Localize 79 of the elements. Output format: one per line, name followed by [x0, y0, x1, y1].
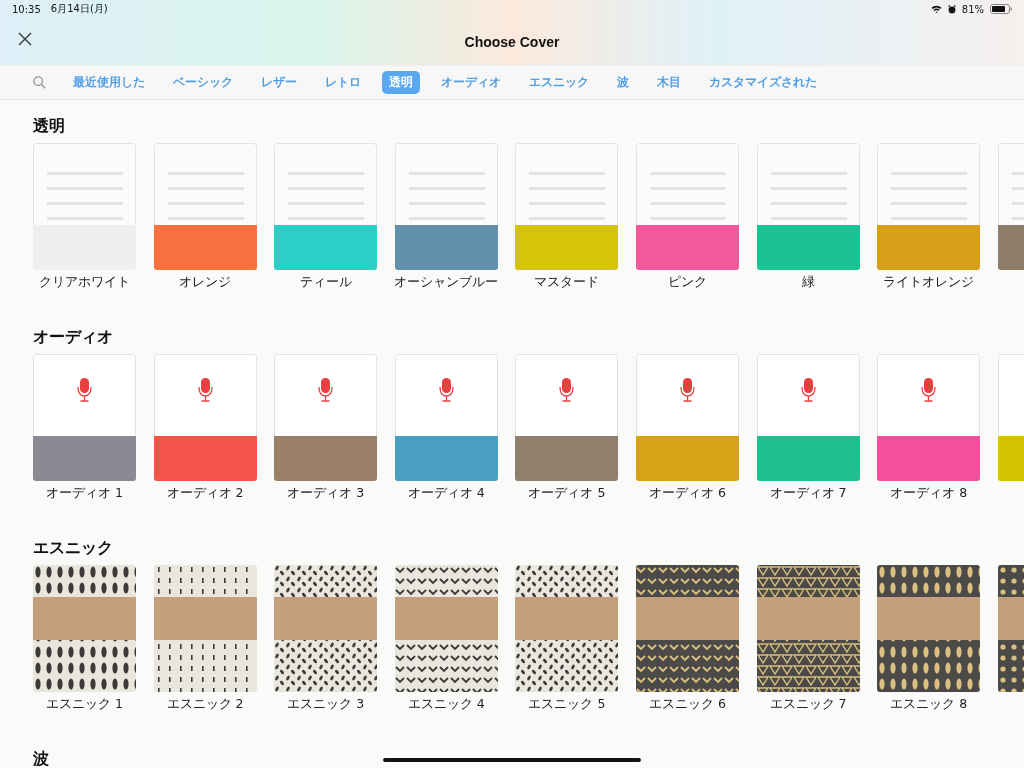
category-tab[interactable]: レトロ: [318, 71, 368, 94]
cover-label: エスニック 3: [287, 696, 365, 713]
microphone-icon: [77, 378, 92, 402]
cover-thumbnail[interactable]: [756, 565, 860, 692]
cover-label: エスニック 8: [890, 696, 968, 713]
microphone-icon: [921, 378, 936, 402]
cover-thumbnail[interactable]: [274, 143, 378, 270]
category-tab[interactable]: 波: [610, 71, 636, 94]
microphone-icon: [439, 378, 454, 402]
cover-label: ライトオレンジ: [883, 274, 975, 291]
category-tab[interactable]: 透明: [382, 71, 420, 94]
microphone-icon: [318, 378, 333, 402]
cover-thumbnail[interactable]: [394, 354, 498, 481]
cover-label: オーディオ 3: [287, 485, 365, 502]
wifi-icon: [930, 5, 942, 13]
cover-label: エスニック 5: [528, 696, 606, 713]
category-tab[interactable]: オーディオ: [434, 71, 508, 94]
cover-label: エスニック 1: [46, 696, 123, 713]
section-heading: 透明: [33, 116, 65, 135]
cover-label: エスニック 2: [166, 696, 244, 713]
cover-label: ティール: [299, 274, 352, 291]
battery-icon: [990, 4, 1012, 14]
cover-thumbnail[interactable]: [274, 565, 378, 692]
cover-thumbnail[interactable]: [515, 143, 619, 270]
microphone-icon: [197, 378, 213, 402]
cover-thumbnail[interactable]: [394, 143, 498, 270]
microphone-icon: [559, 378, 575, 402]
microphone-icon: [800, 378, 816, 402]
cover-thumbnail[interactable]: [33, 354, 136, 481]
cover-label: マスタード: [534, 274, 600, 291]
search-icon[interactable]: [33, 76, 46, 89]
category-tab[interactable]: 木目: [650, 71, 688, 94]
close-icon: [18, 32, 32, 46]
cover-thumbnail[interactable]: [635, 143, 739, 270]
cover-thumbnail[interactable]: [635, 354, 739, 481]
cover-label: エスニック 6: [649, 696, 726, 713]
alarm-icon: [947, 4, 956, 14]
category-tab[interactable]: エスニック: [522, 71, 596, 94]
cover-thumbnail[interactable]: [515, 565, 619, 692]
cover-label: オーシャンブルー: [394, 274, 499, 291]
category-tab[interactable]: 最近使用した: [66, 71, 152, 94]
microphone-icon: [680, 378, 695, 402]
cover-thumbnail[interactable]: [394, 565, 498, 692]
category-tab[interactable]: レザー: [254, 71, 304, 94]
section-heading: オーディオ: [33, 327, 113, 346]
status-time: 10:35: [12, 3, 41, 15]
cover-label: エスニック 7: [769, 696, 847, 713]
cover-label: オーディオ 6: [649, 485, 726, 502]
cover-thumbnail[interactable]: [877, 354, 981, 481]
cover-thumbnail[interactable]: [33, 565, 136, 692]
cover-thumbnail[interactable]: [153, 143, 257, 270]
cover-thumbnail[interactable]: [877, 143, 981, 270]
cover-thumbnail[interactable]: [756, 354, 860, 481]
cover-label: オーディオ 1: [46, 485, 123, 502]
cover-thumbnail[interactable]: [877, 565, 981, 692]
cover-label: クリアホワイト: [39, 274, 130, 291]
cover-thumbnail[interactable]: [274, 354, 378, 481]
window-title: Choose Cover: [464, 33, 560, 50]
cover-thumbnail[interactable]: [153, 565, 257, 692]
cover-thumbnail[interactable]: [635, 565, 739, 692]
cover-thumbnail[interactable]: [515, 354, 619, 481]
status-date: 6月14日(月): [50, 2, 108, 16]
cover-label: オーディオ 4: [407, 485, 485, 502]
cover-label: オーディオ 2: [166, 485, 244, 502]
category-tab[interactable]: ベーシック: [166, 71, 240, 94]
cover-thumbnail[interactable]: [33, 143, 136, 270]
cover-label: エスニック 4: [407, 696, 485, 713]
cover-label: 緑: [801, 274, 815, 291]
battery-percent: 81%: [961, 3, 984, 15]
section-heading: エスニック: [33, 538, 113, 557]
cover-label: ピンク: [667, 274, 707, 291]
cover-thumbnail[interactable]: [756, 143, 860, 270]
section-heading: 波: [33, 749, 49, 768]
cover-label: オレンジ: [179, 274, 232, 291]
cover-label: オーディオ 5: [528, 485, 606, 502]
cover-label: オーディオ 7: [769, 485, 847, 502]
cover-thumbnail[interactable]: [153, 354, 257, 481]
category-tab[interactable]: カスタマイズされた: [702, 71, 824, 94]
cover-label: オーディオ 8: [890, 485, 968, 502]
